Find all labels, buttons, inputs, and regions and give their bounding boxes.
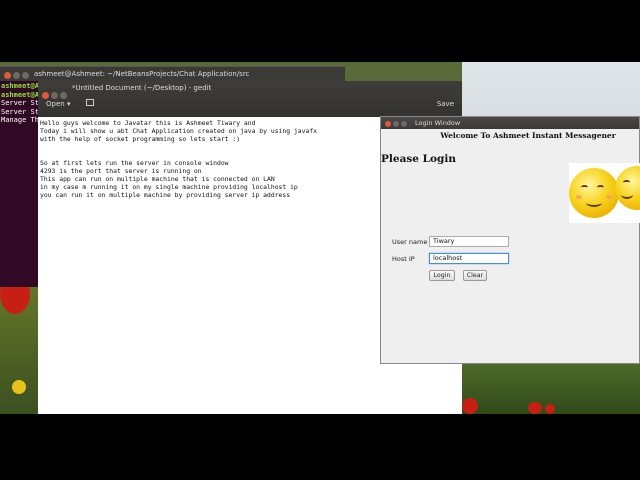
clear-button[interactable]: Clear	[463, 270, 487, 281]
maximize-icon[interactable]	[401, 121, 407, 127]
maximize-icon[interactable]	[60, 92, 67, 99]
save-button[interactable]: Save	[437, 100, 454, 108]
maximize-icon[interactable]	[22, 72, 29, 79]
host-ip-field[interactable]: localhost	[429, 253, 509, 264]
desktop: ashmeet@Ashmeet: ~/NetBeansProjects/Chat…	[0, 62, 640, 414]
login-titlebar[interactable]: Login Window	[381, 117, 639, 129]
wallpaper-flower	[12, 380, 26, 394]
minimize-icon[interactable]	[51, 92, 58, 99]
minimize-icon[interactable]	[393, 121, 399, 127]
smiley-icon	[615, 166, 640, 210]
minimize-icon[interactable]	[13, 72, 20, 79]
username-label: User name	[392, 238, 428, 246]
terminal-line: Manage Th	[1, 116, 39, 124]
open-button[interactable]: Open ▾	[46, 100, 70, 108]
gedit-headerbar[interactable]: *Untitled Document (~/Desktop) - gedit O…	[38, 81, 462, 117]
wallpaper-flower	[528, 402, 542, 414]
close-icon[interactable]	[4, 72, 11, 79]
please-login-heading: Please Login	[381, 153, 456, 165]
wallpaper-flower	[545, 404, 555, 414]
login-window[interactable]: Login Window Welcome To Ashmeet Instant …	[380, 116, 640, 364]
terminal-line: Server St	[1, 99, 39, 107]
host-ip-label: Host IP	[392, 255, 415, 263]
smiley-icon	[569, 168, 619, 218]
welcome-heading: Welcome To Ashmeet Instant Messagener	[440, 131, 616, 140]
username-field[interactable]: Tiwary	[429, 236, 509, 247]
terminal-prompt: ashmeet@A	[1, 90, 39, 99]
close-icon[interactable]	[42, 92, 49, 99]
login-window-title: Login Window	[415, 119, 461, 127]
chevron-down-icon: ▾	[66, 100, 71, 108]
new-document-icon[interactable]	[86, 99, 94, 106]
close-icon[interactable]	[385, 121, 391, 127]
smiley-image	[569, 163, 640, 223]
login-button[interactable]: Login	[429, 270, 455, 281]
open-label: Open	[46, 100, 65, 108]
terminal-titlebar[interactable]: ashmeet@Ashmeet: ~/NetBeansProjects/Chat…	[0, 67, 345, 81]
gedit-title: *Untitled Document (~/Desktop) - gedit	[72, 84, 212, 92]
wallpaper-flower	[462, 398, 478, 414]
terminal-title: ashmeet@Ashmeet: ~/NetBeansProjects/Chat…	[34, 70, 250, 78]
terminal-line: Server St	[1, 107, 39, 116]
